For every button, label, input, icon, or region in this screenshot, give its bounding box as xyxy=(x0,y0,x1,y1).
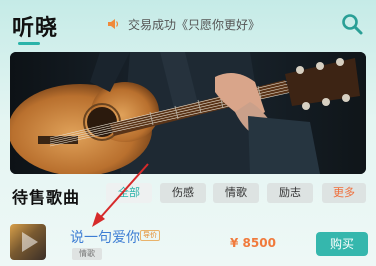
chip-all[interactable]: 全部 xyxy=(106,183,152,203)
notice-text: 交易成功《只愿你更好》 xyxy=(128,17,261,32)
chip-sad[interactable]: 伤感 xyxy=(160,183,206,203)
category-filter: 全部 伤感 情歌 励志 更多 xyxy=(0,183,376,205)
play-icon xyxy=(22,232,38,252)
song-price: ¥ 8500 xyxy=(230,236,276,250)
banner-image[interactable] xyxy=(10,52,366,174)
list-item[interactable]: 说一句爱你 导价 情歌 ¥ 8500 购买 xyxy=(0,220,376,266)
chip-inspirational[interactable]: 励志 xyxy=(267,183,313,203)
song-badge: 导价 xyxy=(140,230,160,241)
header: 听晓 交易成功《只愿你更好》 xyxy=(0,0,376,50)
transaction-notice: 交易成功《只愿你更好》 xyxy=(106,14,260,34)
guitar-player-photo xyxy=(10,52,366,174)
title-underline xyxy=(18,42,40,45)
page-title: 听晓 xyxy=(12,16,59,41)
song-genre-tag: 情歌 xyxy=(72,248,102,260)
speaker-icon xyxy=(108,19,119,29)
search-icon[interactable] xyxy=(340,12,364,36)
chip-more[interactable]: 更多 xyxy=(322,183,366,203)
buy-button[interactable]: 购买 xyxy=(316,232,368,256)
chip-love-song[interactable]: 情歌 xyxy=(213,183,259,203)
song-cover[interactable] xyxy=(10,224,46,260)
song-title[interactable]: 说一句爱你 xyxy=(70,227,140,247)
